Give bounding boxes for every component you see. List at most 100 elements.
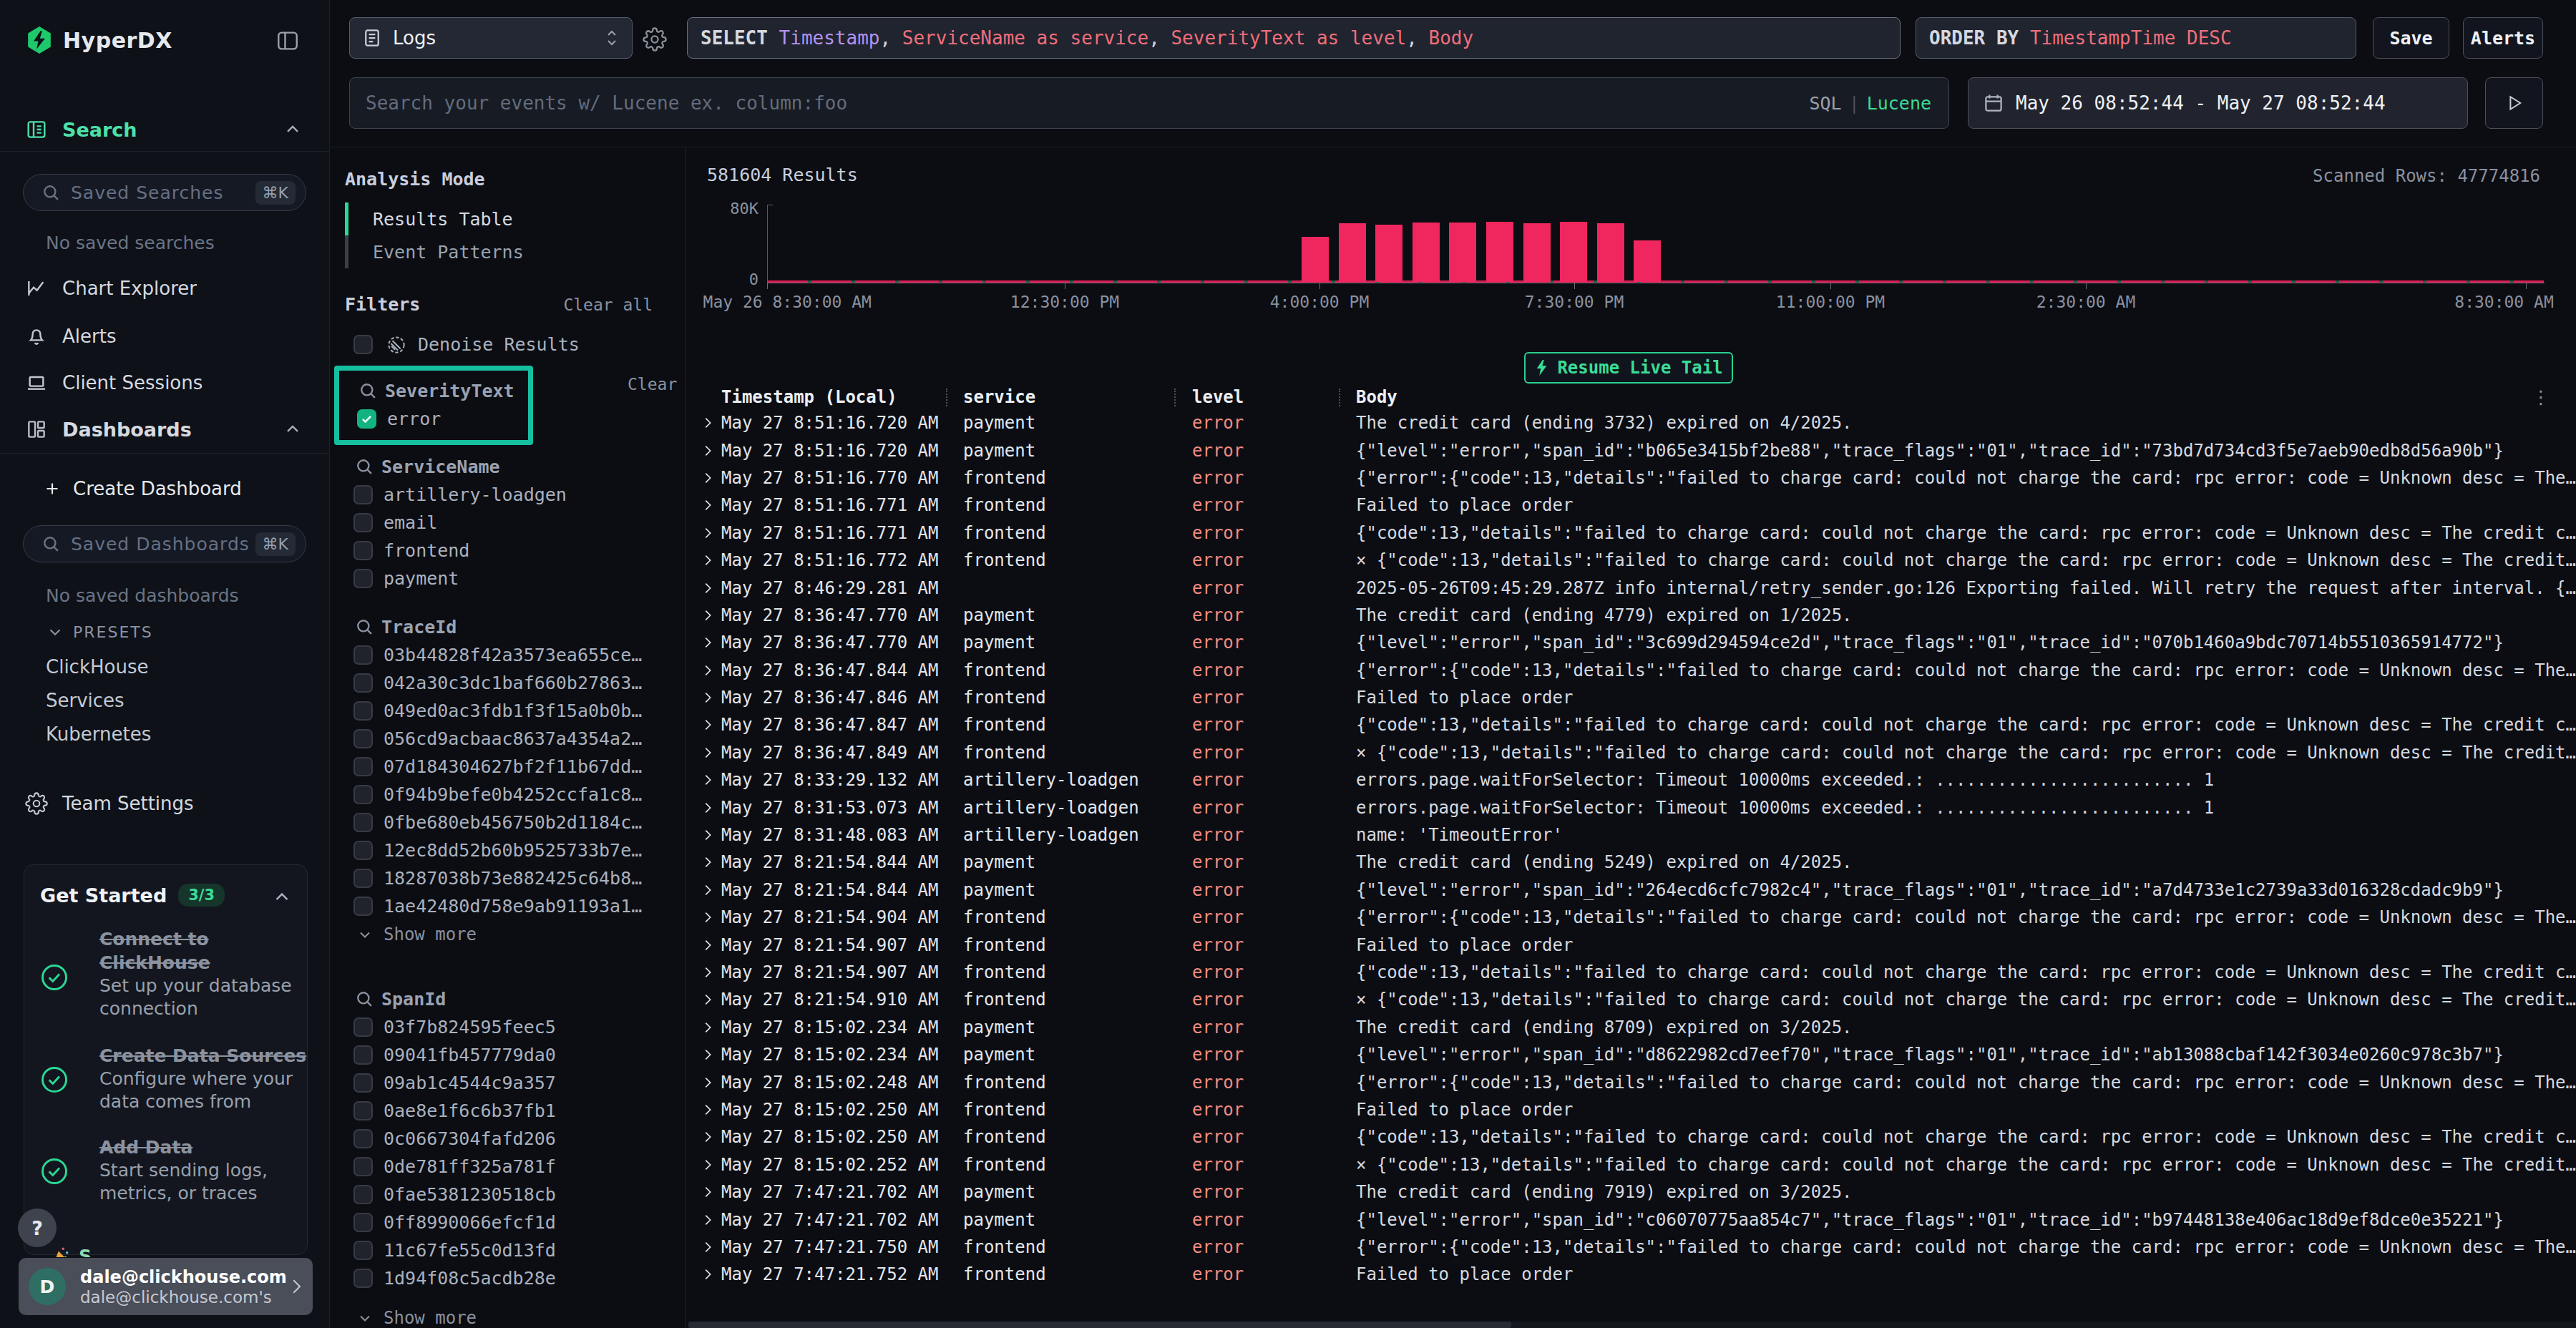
expand-row-icon[interactable]	[688, 827, 721, 843]
filter-option[interactable]: 0de781ff325a781f	[331, 1153, 686, 1181]
histogram-bar[interactable]	[1302, 237, 1329, 282]
expand-row-icon[interactable]	[688, 663, 721, 678]
log-row[interactable]: May 27 8:31:53.073 AM artillery-loadgen …	[688, 794, 2576, 821]
log-row[interactable]: May 27 8:31:48.083 AM artillery-loadgen …	[688, 821, 2576, 849]
log-row[interactable]: May 27 7:47:21.750 AM frontend error {"e…	[688, 1234, 2576, 1261]
preset-dashboard-link[interactable]: Services	[46, 690, 125, 711]
column-header-level[interactable]: level	[1192, 387, 1356, 407]
expand-row-icon[interactable]	[688, 470, 721, 486]
log-row[interactable]: May 27 8:36:47.770 AM payment error {"le…	[688, 629, 2576, 656]
sidebar-item-client-sessions[interactable]: Client Sessions	[0, 366, 330, 399]
show-more-spanid[interactable]: Show more	[331, 1304, 686, 1328]
filter-option[interactable]: 03b44828f42a3573ea655ce…	[331, 641, 686, 669]
denoise-checkbox[interactable]	[353, 335, 373, 354]
filter-option[interactable]: frontend	[331, 537, 686, 565]
log-row[interactable]: May 27 8:15:02.252 AM frontend error × {…	[688, 1151, 2576, 1178]
filter-option[interactable]: 09ab1c4544c9a357	[331, 1069, 686, 1097]
filter-checkbox[interactable]	[353, 701, 373, 721]
expand-row-icon[interactable]	[688, 1239, 721, 1255]
log-row[interactable]: May 27 8:21:54.907 AM frontend error {"c…	[688, 959, 2576, 986]
filter-checkbox[interactable]	[353, 1157, 373, 1176]
sidebar-item-dashboards[interactable]: Dashboards	[0, 413, 330, 446]
date-range-picker[interactable]: May 26 08:52:44 - May 27 08:52:44	[1968, 77, 2468, 129]
histogram-bar[interactable]	[1413, 223, 1440, 282]
column-resize-handle[interactable]	[1339, 389, 1340, 406]
sidebar-item-chart-explorer[interactable]: Chart Explorer	[0, 272, 330, 305]
log-row[interactable]: May 27 8:33:29.132 AM artillery-loadgen …	[688, 766, 2576, 794]
chevron-up-icon[interactable]	[283, 119, 303, 140]
log-row[interactable]: May 27 8:51:16.771 AM frontend error {"c…	[688, 519, 2576, 547]
sidebar-item-team-settings[interactable]: Team Settings	[0, 787, 330, 820]
expand-row-icon[interactable]	[688, 415, 721, 431]
log-row[interactable]: May 27 8:21:54.844 AM payment error The …	[688, 849, 2576, 876]
filter-checkbox[interactable]	[353, 729, 373, 748]
log-row[interactable]: May 27 8:36:47.844 AM frontend error {"e…	[688, 657, 2576, 684]
filter-option[interactable]: 056cd9acbaac8637a4354a2…	[331, 725, 686, 753]
column-resize-handle[interactable]	[1174, 389, 1176, 406]
filter-checkbox[interactable]	[353, 1045, 373, 1065]
histogram-bar[interactable]	[1597, 223, 1624, 282]
filter-checkbox[interactable]	[353, 1017, 373, 1037]
expand-row-icon[interactable]	[688, 937, 721, 953]
expand-row-icon[interactable]	[688, 1129, 721, 1145]
expand-row-icon[interactable]	[688, 580, 721, 596]
histogram-bar[interactable]	[1560, 222, 1587, 282]
filter-option[interactable]: payment	[331, 565, 686, 592]
horizontal-scrollbar[interactable]	[688, 1322, 2576, 1328]
expand-row-icon[interactable]	[688, 1047, 721, 1063]
filter-checkbox[interactable]	[353, 1073, 373, 1093]
log-row[interactable]: May 27 8:21:54.904 AM frontend error {"e…	[688, 904, 2576, 931]
filter-checkbox[interactable]	[353, 645, 373, 665]
expand-row-icon[interactable]	[688, 1157, 721, 1173]
column-header-body[interactable]: Body	[1356, 387, 2576, 407]
filter-option[interactable]: 0f94b9befe0b4252ccfa1c8…	[331, 781, 686, 809]
source-select[interactable]: Logs	[349, 17, 633, 59]
filter-checkbox[interactable]	[353, 1101, 373, 1120]
filter-checkbox[interactable]	[353, 785, 373, 804]
filter-checkbox[interactable]	[353, 513, 373, 532]
log-row[interactable]: May 27 8:15:02.250 AM frontend error Fai…	[688, 1096, 2576, 1123]
column-header-service[interactable]: service	[963, 387, 1192, 407]
expand-row-icon[interactable]	[688, 717, 721, 733]
log-row[interactable]: May 27 8:51:16.771 AM frontend error Fai…	[688, 492, 2576, 519]
chevron-up-icon[interactable]	[283, 419, 303, 439]
histogram-bar[interactable]	[1634, 240, 1661, 282]
log-row[interactable]: May 27 8:21:54.844 AM payment error {"le…	[688, 877, 2576, 904]
log-row[interactable]: May 27 8:36:47.849 AM frontend error × {…	[688, 739, 2576, 766]
filter-option[interactable]: 0c0667304fafd206	[331, 1125, 686, 1153]
order-by-input[interactable]: ORDER BY TimestampTime DESC	[1916, 17, 2356, 59]
filter-option[interactable]: 042a30c3dc1baf660b27863…	[331, 669, 686, 697]
filter-checkbox[interactable]	[353, 1241, 373, 1260]
log-row[interactable]: May 27 8:51:16.772 AM frontend error × {…	[688, 547, 2576, 574]
filter-checkbox[interactable]	[353, 485, 373, 504]
filter-option[interactable]: artillery-loadgen	[331, 481, 686, 509]
filter-checkbox[interactable]	[353, 1185, 373, 1204]
source-settings-gear-icon[interactable]	[643, 27, 667, 52]
log-row[interactable]: May 27 8:15:02.248 AM frontend error {"e…	[688, 1068, 2576, 1095]
show-more-traceid[interactable]: Show more	[331, 920, 686, 949]
filter-option[interactable]: 0ae8e1f6c6b37fb1	[331, 1097, 686, 1125]
log-row[interactable]: May 27 8:51:16.720 AM payment error {"le…	[688, 436, 2576, 464]
chevron-up-icon[interactable]	[271, 887, 293, 908]
log-row[interactable]: May 27 7:47:21.702 AM payment error The …	[688, 1178, 2576, 1206]
clear-severity-filter-link[interactable]: Clear	[628, 375, 677, 394]
filter-checkbox[interactable]	[353, 813, 373, 832]
log-row[interactable]: May 27 8:15:02.250 AM frontend error {"c…	[688, 1123, 2576, 1151]
filter-option[interactable]: 18287038b73e882425c64b8…	[331, 864, 686, 892]
filter-checkbox[interactable]	[353, 569, 373, 588]
log-row[interactable]: May 27 8:21:54.910 AM frontend error × {…	[688, 986, 2576, 1013]
resume-live-tail-button[interactable]: Resume Live Tail	[1524, 352, 1733, 384]
log-row[interactable]: May 27 8:36:47.847 AM frontend error {"c…	[688, 711, 2576, 738]
log-row[interactable]: May 27 7:47:21.752 AM frontend error Fai…	[688, 1261, 2576, 1288]
filter-checkbox[interactable]	[353, 897, 373, 916]
sql-select-input[interactable]: SELECT Timestamp, ServiceName as service…	[687, 17, 1901, 59]
filter-checkbox[interactable]	[353, 841, 373, 860]
lucene-search-input[interactable]: Search your events w/ Lucene ex. column:…	[349, 77, 1949, 129]
expand-row-icon[interactable]	[688, 1266, 721, 1282]
column-header-timestamp[interactable]: Timestamp (Local)	[721, 387, 963, 407]
mode-lucene[interactable]: Lucene	[1867, 93, 1931, 114]
table-options-icon[interactable]: ⋮	[2532, 386, 2550, 408]
histogram-bar[interactable]	[1486, 222, 1513, 282]
histogram-bar[interactable]	[1449, 223, 1476, 282]
expand-row-icon[interactable]	[688, 690, 721, 706]
